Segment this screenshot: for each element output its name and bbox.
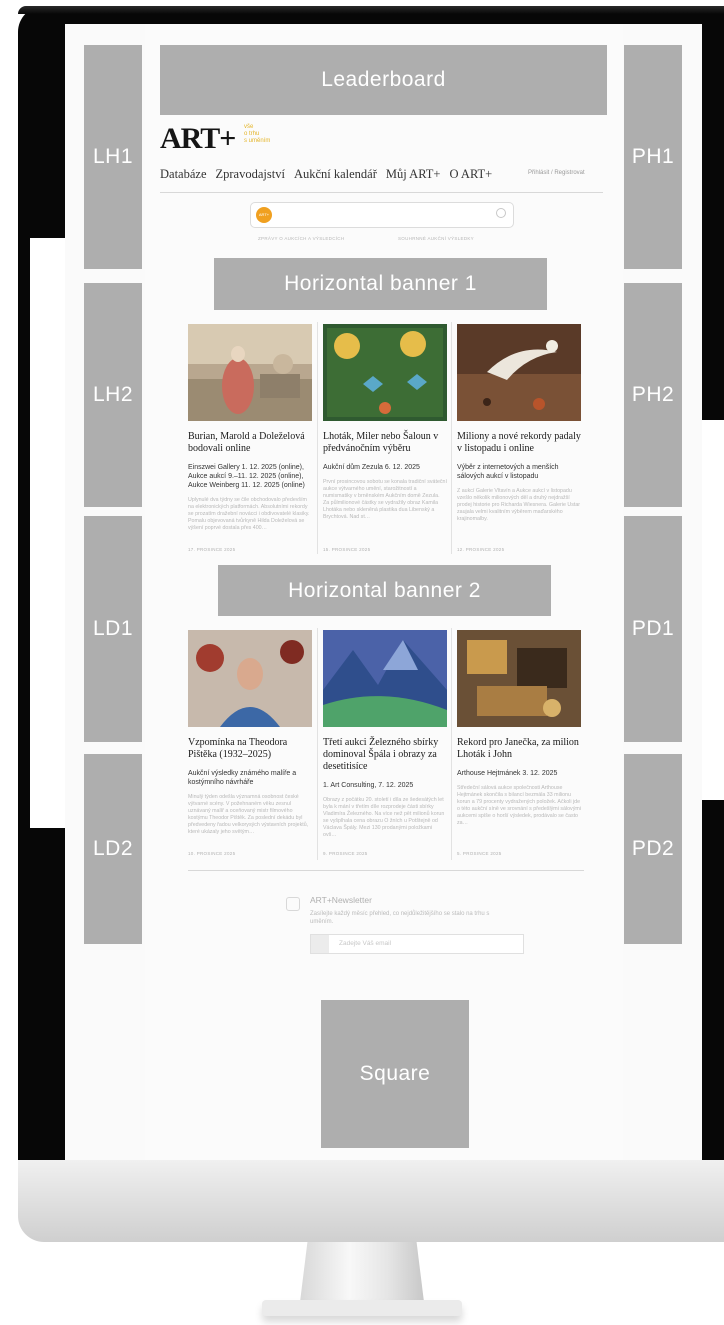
ad-horizontal-banner-1[interactable]: Horizontal banner 1	[214, 258, 547, 310]
quick-link-auction-results[interactable]: SOUHRNNÉ AUKČNÍ VÝSLEDKY	[398, 236, 474, 241]
article-excerpt: Minulý týden odešla významná osobnost če…	[188, 794, 309, 835]
nav-item-aukcni-kalendar[interactable]: Aukční kalendář	[294, 167, 377, 182]
art-badge-icon: ART+	[256, 207, 272, 223]
article-title[interactable]: Burian, Marold a Doleželová bodovali onl…	[188, 431, 312, 455]
mail-icon	[286, 897, 300, 911]
ad-label: LD2	[92, 837, 134, 860]
article-date: 17. PROSINCE 2025	[188, 547, 236, 552]
nav-item-muj-art[interactable]: Můj ART+	[386, 167, 441, 182]
newsletter-text: Zasílejte každý měsíc přehled, co nejdůl…	[310, 911, 490, 925]
article-subtitle: Einszwei Gallery 1. 12. 2025 (online), A…	[188, 464, 305, 489]
article-card[interactable]: Miliony a nové rekordy padaly v listopad…	[457, 324, 581, 523]
column-divider	[317, 322, 318, 554]
nav-item-zpravodajstvi[interactable]: Zpravodajství	[216, 167, 285, 182]
ad-label: PD2	[631, 837, 675, 860]
article-excerpt: Uplynulé dva týdny se čile obchodovalo p…	[188, 497, 310, 531]
search-input[interactable]: ART+	[250, 202, 514, 228]
section-divider	[188, 870, 584, 871]
search-icon[interactable]	[496, 208, 506, 218]
ad-label: PH1	[631, 145, 675, 168]
article-card[interactable]: Burian, Marold a Doleželová bodovali onl…	[188, 324, 312, 532]
ad-square[interactable]: Square	[321, 1000, 469, 1148]
ad-ld1[interactable]: LD1	[84, 516, 142, 742]
article-date: 5. PROSINCE 2025	[457, 851, 502, 856]
article-subtitle: 1. Art Consulting, 7. 12. 2025	[323, 782, 414, 789]
article-card[interactable]: Třetí aukci Železného sbírky dominoval Š…	[323, 630, 447, 839]
column-divider	[317, 628, 318, 860]
ad-label: Square	[359, 1062, 431, 1085]
monitor-stand	[300, 1242, 424, 1302]
ad-ld2[interactable]: LD2	[84, 754, 142, 944]
article-date: 12. PROSINCE 2025	[457, 547, 505, 552]
article-title[interactable]: Rekord pro Janečka, za milion Lhoták i J…	[457, 737, 581, 761]
header-divider	[160, 192, 603, 193]
email-placeholder: Zadejte Váš email	[339, 940, 392, 947]
article-date: 9. PROSINCE 2025	[323, 851, 368, 856]
ad-lh1[interactable]: LH1	[84, 45, 142, 269]
article-date: 10. PROSINCE 2025	[188, 851, 236, 856]
article-title[interactable]: Vzpomínka na Theodora Pištěka (1932–2025…	[188, 737, 312, 761]
ad-pd1[interactable]: PD1	[624, 516, 682, 742]
article-image[interactable]	[188, 630, 312, 727]
ad-horizontal-banner-2[interactable]: Horizontal banner 2	[218, 565, 551, 616]
newsletter-submit-button[interactable]	[311, 935, 329, 953]
article-subtitle: Výběr z internetových a menších sálových…	[457, 464, 559, 480]
ad-ph1[interactable]: PH1	[624, 45, 682, 269]
article-excerpt: Z aukcí Galerie Vltavín a Aukce aukcí v …	[457, 488, 581, 522]
article-subtitle: Aukční dům Zezula 6. 12. 2025	[323, 464, 420, 471]
article-title[interactable]: Třetí aukci Železného sbírky dominoval Š…	[323, 737, 447, 773]
site-logo[interactable]: ART+	[160, 122, 236, 156]
article-excerpt: První prosincovou sobotu se konala tradi…	[323, 479, 447, 520]
nav-item-databaze[interactable]: Databáze	[160, 167, 207, 182]
article-date: 15. PROSINCE 2025	[323, 547, 371, 552]
screen-overlay-right	[702, 420, 724, 800]
quick-link-auction-news[interactable]: ZPRÁVY O AUKCÍCH A VÝSLEDCÍCH	[258, 236, 344, 241]
article-title[interactable]: Miliony a nové rekordy padaly v listopad…	[457, 431, 581, 455]
article-image[interactable]	[323, 324, 447, 421]
article-image[interactable]	[188, 324, 312, 421]
article-card[interactable]: Lhoták, Miler nebo Šaloun v předvánočním…	[323, 324, 447, 521]
article-subtitle: Arthouse Hejtmánek 3. 12. 2025	[457, 770, 558, 777]
ad-ph2[interactable]: PH2	[624, 283, 682, 507]
monitor-base	[262, 1300, 462, 1316]
article-card[interactable]: Vzpomínka na Theodora Pištěka (1932–2025…	[188, 630, 312, 836]
ad-label: Horizontal banner 2	[288, 578, 481, 602]
article-excerpt: Obrazy z počátku 20. století i díla ze š…	[323, 797, 445, 838]
ad-label: PD1	[631, 617, 675, 640]
ad-label: Horizontal banner 1	[284, 272, 477, 295]
ad-label: LH2	[92, 383, 134, 406]
ad-leaderboard[interactable]: Leaderboard	[160, 45, 607, 115]
newsletter-title: ART+Newsletter	[310, 895, 372, 905]
screen-overlay-left	[30, 238, 65, 828]
logo-tagline: vše o trhu s uměním	[244, 124, 271, 144]
article-image[interactable]	[457, 630, 581, 727]
main-nav: Databáze Zpravodajství Aukční kalendář M…	[160, 167, 492, 182]
monitor-chin	[18, 1160, 724, 1242]
nav-item-o-art[interactable]: O ART+	[449, 167, 492, 182]
ad-label: LH1	[92, 145, 134, 168]
login-link[interactable]: Přihlásit / Registrovat	[528, 170, 585, 176]
ad-label: LD1	[92, 617, 134, 640]
column-divider	[451, 628, 452, 860]
ad-lh2[interactable]: LH2	[84, 283, 142, 507]
article-excerpt: Středeční sálová aukce společnosti Artho…	[457, 785, 581, 826]
article-image[interactable]	[457, 324, 581, 421]
article-title[interactable]: Lhoták, Miler nebo Šaloun v předvánočním…	[323, 431, 447, 455]
ad-label: PH2	[631, 383, 675, 406]
article-subtitle: Aukční výsledky známého malíře a kostýmn…	[188, 770, 297, 786]
article-card[interactable]: Rekord pro Janečka, za milion Lhoták i J…	[457, 630, 581, 827]
ad-pd2[interactable]: PD2	[624, 754, 682, 944]
newsletter-email-field[interactable]: Zadejte Váš email	[310, 934, 524, 954]
article-image[interactable]	[323, 630, 447, 727]
column-divider	[451, 322, 452, 554]
ad-label: Leaderboard	[321, 68, 446, 91]
